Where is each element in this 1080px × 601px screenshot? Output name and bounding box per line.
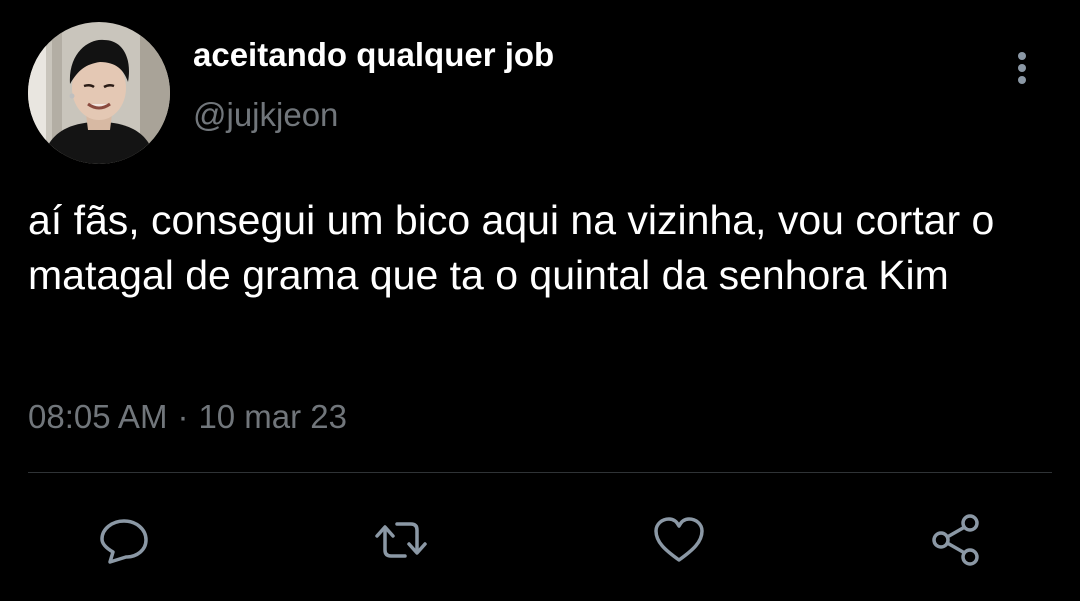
comment-icon (100, 519, 148, 564)
actions-divider (28, 472, 1052, 473)
author-handle[interactable]: @jujkjeon (193, 96, 338, 134)
author-avatar[interactable] (28, 22, 170, 164)
heart-icon (654, 517, 704, 562)
timestamp-separator: · (177, 398, 189, 435)
author-display-name[interactable]: aceitando qualquer job (193, 36, 554, 74)
tweet-timestamp[interactable]: 08:05 AM · 10 mar 23 (28, 398, 347, 436)
retweet-button[interactable] (371, 510, 431, 570)
tweet-time: 08:05 AM (28, 398, 168, 435)
retweet-icon (375, 522, 427, 558)
share-button[interactable] (926, 510, 986, 570)
avatar-photo-icon (28, 22, 170, 164)
tweet-card: aceitando qualquer job @jujkjeon aí fãs,… (0, 0, 1080, 601)
share-icon (932, 514, 979, 566)
more-options-button[interactable] (1004, 46, 1040, 90)
more-vertical-icon (1018, 52, 1026, 84)
like-button[interactable] (649, 510, 709, 570)
reply-button[interactable] (94, 510, 154, 570)
tweet-text: aí fãs, consegui um bico aqui na vizinha… (28, 197, 1006, 298)
tweet-date: 10 mar 23 (198, 398, 348, 435)
